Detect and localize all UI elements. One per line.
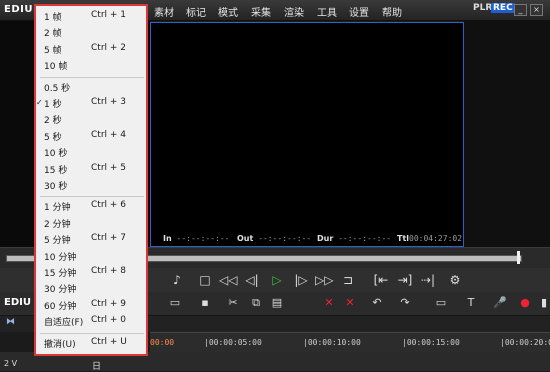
split-icon[interactable]: ⇥]	[396, 271, 414, 289]
menu-item[interactable]: 15 秒	[44, 163, 67, 176]
app-title: EDIU	[4, 4, 33, 15]
menu-item-shortcut: Ctrl + 2	[91, 42, 127, 53]
dur-label: Dur	[317, 234, 334, 243]
settings-icon[interactable]: ⚙	[446, 271, 464, 289]
ruler-label: |00:00:10:00	[303, 338, 361, 347]
scrub-handle[interactable]	[517, 251, 520, 264]
rewind-icon[interactable]: ◁◁	[219, 271, 237, 289]
dur-timecode: Dur --:--:--:--	[317, 234, 391, 243]
preview-window[interactable]	[150, 22, 464, 247]
loop-icon[interactable]: ⊐	[339, 271, 357, 289]
in-value: --:--:--:--	[176, 234, 230, 243]
menu-mode[interactable]: 模式	[218, 4, 238, 19]
ruler-label: |00:00:20:00	[500, 338, 550, 347]
checkmark-icon: ✓	[36, 98, 43, 107]
menu-render[interactable]: 渲染	[284, 4, 304, 19]
menu-item-shortcut: Ctrl + 8	[91, 266, 127, 276]
minimize-icon[interactable]: _	[514, 4, 527, 16]
paste-icon[interactable]: ▤	[270, 296, 284, 310]
ttl-timecode: Ttl00:04:27:02	[397, 234, 462, 243]
side-panel	[463, 21, 550, 247]
undo-icon[interactable]: ↶	[370, 296, 384, 310]
cut-icon[interactable]: ✂	[226, 296, 240, 310]
track-suffix: 日	[92, 362, 102, 372]
menu-item[interactable]: 1 帧	[44, 10, 62, 23]
menu-item-shortcut: Ctrl + 6	[91, 200, 127, 211]
menu-item[interactable]: 15 分钟	[44, 266, 76, 279]
ttl-label: Ttl	[397, 234, 410, 243]
copy-icon[interactable]: ⧉	[249, 296, 263, 310]
menu-separator	[40, 76, 144, 78]
menu-material[interactable]: 素材	[154, 4, 174, 19]
menu-item[interactable]: 自适应(F)	[44, 315, 83, 328]
ruler-label: 00:00	[150, 338, 175, 347]
save-icon[interactable]: ▪	[198, 296, 212, 310]
menu-item-shortcut: Ctrl + 5	[91, 162, 127, 173]
menu-item[interactable]: 5 秒	[44, 130, 62, 143]
fast-forward-icon[interactable]: ▷▷	[315, 271, 333, 289]
menu-item[interactable]: 2 分钟	[44, 217, 71, 230]
mark-icon[interactable]: ♪	[168, 271, 186, 289]
menu-item-shortcut: Ctrl + 1	[91, 10, 127, 20]
menu-separator	[40, 196, 144, 198]
menu-item-shortcut: Ctrl + 7	[91, 233, 127, 244]
dur-value: --:--:--:--	[338, 234, 392, 243]
out-value: --:--:--:--	[258, 234, 312, 243]
menu-separator	[40, 332, 144, 334]
out-timecode: Out --:--:--:--	[237, 234, 311, 243]
open-icon[interactable]: ▭	[168, 296, 182, 310]
menu-item-shortcut: Ctrl + 3	[91, 97, 127, 107]
menu-item-shortcut: Ctrl + 9	[91, 298, 127, 309]
timescale-dropdown-menu: 1 帧 Ctrl + 1 2 帧 5 帧 Ctrl + 2 10 帧 0.5 秒 1 秒 Ctr…	[34, 4, 148, 356]
menu-item[interactable]: 5 帧	[44, 43, 62, 56]
in-timecode: In --:--:--:--	[163, 234, 229, 243]
ruler-label: |00:00:15:00	[402, 338, 460, 347]
timeline-title: EDIU	[4, 297, 31, 308]
menu-item-shortcut: Ctrl + U	[91, 336, 127, 347]
ttl-value: 00:04:27:02	[409, 234, 463, 243]
delete-all-icon[interactable]: ✕	[343, 296, 357, 310]
step-forward-icon[interactable]: |▷	[292, 271, 310, 289]
menu-item-shortcut: Ctrl + 0	[91, 315, 127, 326]
menu-settings[interactable]: 设置	[349, 4, 369, 19]
more-icon[interactable]: ▮	[538, 296, 550, 310]
in-point-icon[interactable]: [⇤	[372, 271, 390, 289]
plr-label[interactable]: PLR	[473, 3, 492, 13]
delete-icon[interactable]: ✕	[322, 296, 336, 310]
play-icon[interactable]: ▷	[268, 271, 286, 289]
menu-item[interactable]: 1 分钟	[44, 200, 71, 213]
out-point-icon[interactable]: ⇢|	[419, 271, 437, 289]
mic-icon[interactable]: 🎤	[493, 296, 507, 310]
menu-item[interactable]: 2 帧	[44, 26, 62, 39]
menu-help[interactable]: 帮助	[382, 4, 402, 19]
ruler-label: |00:00:05:00	[204, 338, 262, 347]
step-back-icon[interactable]: ◁|	[243, 271, 261, 289]
menu-item[interactable]: 2 秒	[44, 113, 62, 126]
menu-item[interactable]: 30 秒	[44, 179, 67, 192]
menu-mark[interactable]: 标记	[186, 4, 206, 19]
track-link-icon[interactable]: ⧓	[6, 317, 15, 327]
menu-tools[interactable]: 工具	[317, 4, 337, 19]
menu-capture[interactable]: 采集	[251, 4, 271, 19]
stop-icon[interactable]: □	[196, 271, 214, 289]
menu-item[interactable]: 0.5 秒	[44, 81, 70, 94]
redo-icon[interactable]: ↷	[398, 296, 412, 310]
menu-item[interactable]: 5 分钟	[44, 233, 71, 246]
menu-item[interactable]: 1 秒	[44, 97, 62, 110]
rec-label[interactable]: REC	[491, 3, 515, 13]
close-icon[interactable]: ×	[530, 4, 543, 16]
menu-item[interactable]: 撤消(U)	[44, 337, 76, 350]
in-label: In	[163, 234, 172, 243]
menu-item[interactable]: 10 帧	[44, 59, 67, 72]
menu-item[interactable]: 10 分钟	[44, 250, 76, 263]
track-number: 2 V	[4, 359, 18, 368]
menu-item[interactable]: 30 分钟	[44, 282, 76, 295]
out-label: Out	[237, 234, 254, 243]
audio-icon[interactable]: ●	[518, 296, 532, 310]
title-icon[interactable]: T	[464, 296, 478, 310]
menu-item-shortcut: Ctrl + 4	[91, 129, 127, 140]
menu-item[interactable]: 10 秒	[44, 146, 67, 159]
link-icon[interactable]: ▭	[434, 296, 448, 310]
menu-item[interactable]: 60 分钟	[44, 299, 76, 312]
